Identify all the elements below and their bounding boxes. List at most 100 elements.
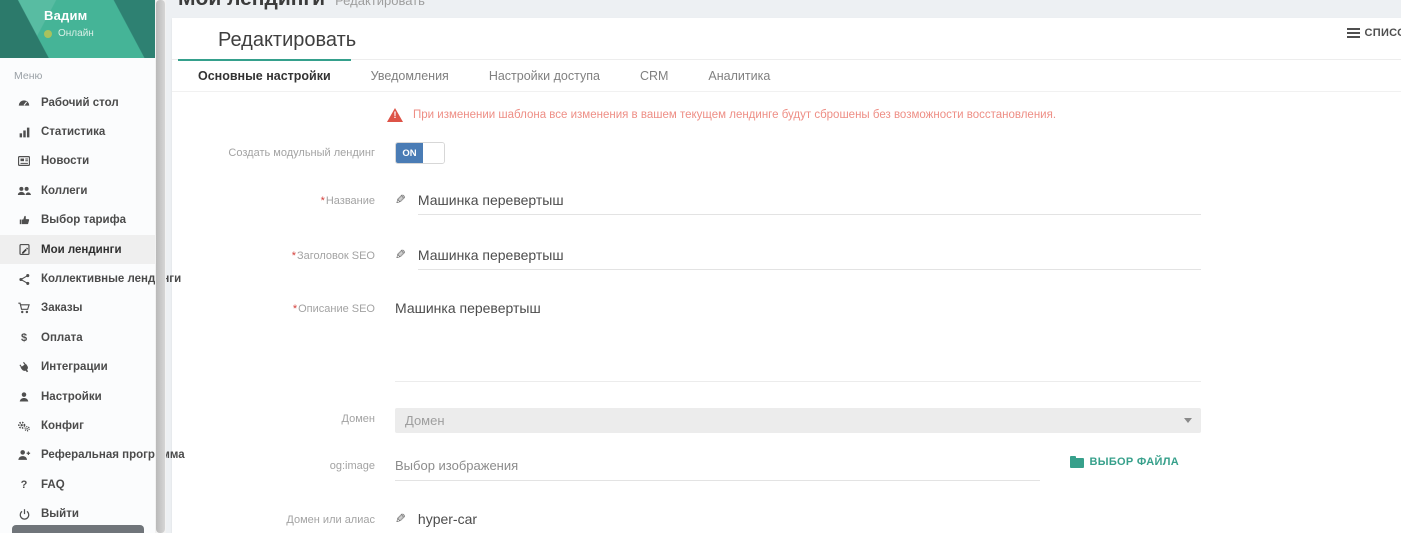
sidebar-item-label: FAQ xyxy=(41,479,65,491)
form-row-alias: Домен или алиас ✎ xyxy=(172,509,1201,533)
tab-analytics[interactable]: Аналитика xyxy=(688,60,790,91)
sidebar-item-payment[interactable]: $ Оплата xyxy=(0,323,155,352)
sidebar-menu: Рабочий стол Статистика Новости Коллеги … xyxy=(0,88,155,529)
pencil-icon: ✎ xyxy=(395,192,406,208)
folder-icon xyxy=(1070,458,1084,468)
field-label: Домен или алиас xyxy=(286,514,375,526)
sidebar-item-collective-landings[interactable]: Коллективные лендинги xyxy=(0,264,155,293)
tab-content: При изменении шаблона все изменения в ва… xyxy=(172,108,1401,533)
question-icon: ? xyxy=(14,479,34,491)
required-asterisk: * xyxy=(292,250,296,262)
warning-icon xyxy=(387,108,403,122)
alias-input[interactable] xyxy=(418,509,1201,533)
plug-icon xyxy=(14,361,34,374)
landing-edit-icon xyxy=(14,243,34,256)
domain-select[interactable]: Домен xyxy=(395,408,1201,433)
user-status: Онлайн xyxy=(44,28,94,39)
sidebar-item-label: Мои лендинги xyxy=(41,244,122,256)
newspaper-icon xyxy=(14,154,34,168)
choose-file-label: ВЫБОР ФАЙЛА xyxy=(1090,456,1180,468)
tab-main-settings[interactable]: Основные настройки xyxy=(178,60,351,91)
thumbs-up-icon xyxy=(14,214,34,227)
warning-banner: При изменении шаблона все изменения в ва… xyxy=(387,108,1201,122)
sidebar-item-tariff[interactable]: Выбор тарифа xyxy=(0,206,155,235)
name-input[interactable] xyxy=(418,190,1201,215)
tab-notifications[interactable]: Уведомления xyxy=(351,60,469,91)
gears-icon xyxy=(14,419,34,433)
cart-icon xyxy=(14,301,34,315)
user-status-label: Онлайн xyxy=(58,28,94,39)
dashboard-icon xyxy=(14,96,34,110)
page-header: Мои лендинги Редактировать xyxy=(178,0,425,10)
edit-card: Редактировать список Основные настройки … xyxy=(172,18,1401,533)
sidebar-item-label: Конфиг xyxy=(41,420,84,432)
seo-title-input[interactable] xyxy=(418,245,1201,270)
list-view-button[interactable]: список xyxy=(1347,27,1401,39)
users-icon xyxy=(14,184,34,198)
dollar-icon: $ xyxy=(14,332,34,344)
chevron-down-icon xyxy=(1184,418,1192,423)
sidebar-item-colleagues[interactable]: Коллеги xyxy=(0,176,155,205)
field-label: Домен xyxy=(342,413,375,425)
og-image-input[interactable]: Выбор изображения xyxy=(395,455,1040,481)
sidebar-scrollbar[interactable] xyxy=(155,0,166,533)
menu-section-label: Меню xyxy=(14,70,155,82)
seo-description-textarea[interactable]: Машинка перевертыш xyxy=(395,298,1201,382)
page-title: Мои лендинги xyxy=(178,0,325,10)
field-label: og:image xyxy=(330,460,375,472)
field-label: Заголовок SEO xyxy=(297,250,375,262)
sidebar-bottom-bar xyxy=(12,525,144,533)
user-panel: Вадим Онлайн xyxy=(0,0,155,58)
user-icon xyxy=(14,391,34,403)
sidebar-item-my-landings[interactable]: Мои лендинги xyxy=(0,235,155,264)
sidebar-item-label: Оплата xyxy=(41,332,83,344)
sidebar-item-dashboard[interactable]: Рабочий стол xyxy=(0,88,155,117)
power-icon xyxy=(14,508,34,521)
toggle-knob xyxy=(423,143,444,163)
form-row-domain: Домен Домен xyxy=(172,408,1201,433)
sidebar-item-news[interactable]: Новости xyxy=(0,147,155,176)
sidebar-item-label: Коллеги xyxy=(41,185,87,197)
sidebar-item-label: Выбор тарифа xyxy=(41,214,126,226)
page-subtitle: Редактировать xyxy=(335,0,425,8)
sidebar-item-label: Выйти xyxy=(41,508,79,520)
tab-crm[interactable]: CRM xyxy=(620,60,688,91)
user-plus-icon xyxy=(14,448,34,462)
sidebar-item-statistics[interactable]: Статистика xyxy=(0,117,155,146)
sidebar-item-integrations[interactable]: Интеграции xyxy=(0,353,155,382)
required-asterisk: * xyxy=(321,195,325,207)
list-button-label: список xyxy=(1365,27,1401,39)
sidebar-item-orders[interactable]: Заказы xyxy=(0,294,155,323)
share-icon xyxy=(14,273,34,286)
user-name: Вадим xyxy=(44,8,87,23)
modular-landing-toggle[interactable]: ON xyxy=(395,142,445,164)
field-label: Создать модульный лендинг xyxy=(172,142,387,159)
online-status-dot xyxy=(44,30,52,38)
sidebar-item-settings[interactable]: Настройки xyxy=(0,382,155,411)
sidebar-item-label: Новости xyxy=(41,155,89,167)
domain-select-value: Домен xyxy=(405,413,445,428)
tab-access-settings[interactable]: Настройки доступа xyxy=(469,60,620,91)
pencil-icon: ✎ xyxy=(395,247,406,263)
form-row-name: *Название ✎ xyxy=(172,190,1201,215)
required-asterisk: * xyxy=(293,303,297,315)
warning-text: При изменении шаблона все изменения в ва… xyxy=(413,109,1056,121)
form-row-og-image: og:image Выбор изображения ВЫБОР ФАЙЛА xyxy=(172,455,1201,481)
sidebar-item-label: Настройки xyxy=(41,391,102,403)
sidebar-item-label: Статистика xyxy=(41,126,105,138)
sidebar-item-referral-program[interactable]: Реферальная программа xyxy=(0,441,155,470)
form-row-modular-toggle: Создать модульный лендинг ON xyxy=(172,142,1201,164)
form-row-seo-title: *Заголовок SEO ✎ xyxy=(172,245,1201,270)
choose-file-button[interactable]: ВЫБОР ФАЙЛА xyxy=(1070,456,1180,468)
card-header: Редактировать список xyxy=(172,18,1401,60)
toggle-on-label: ON xyxy=(396,143,423,163)
form-row-seo-description: *Описание SEO Машинка перевертыш xyxy=(172,298,1201,382)
field-label: Описание SEO xyxy=(298,303,375,315)
card-title: Редактировать xyxy=(218,29,356,52)
pencil-icon: ✎ xyxy=(395,511,406,527)
scrollbar-thumb[interactable] xyxy=(156,0,165,533)
sidebar-item-label: Интеграции xyxy=(41,361,108,373)
sidebar-item-config[interactable]: Конфиг xyxy=(0,411,155,440)
tab-bar: Основные настройки Уведомления Настройки… xyxy=(172,60,1401,92)
sidebar-item-faq[interactable]: ? FAQ xyxy=(0,470,155,499)
